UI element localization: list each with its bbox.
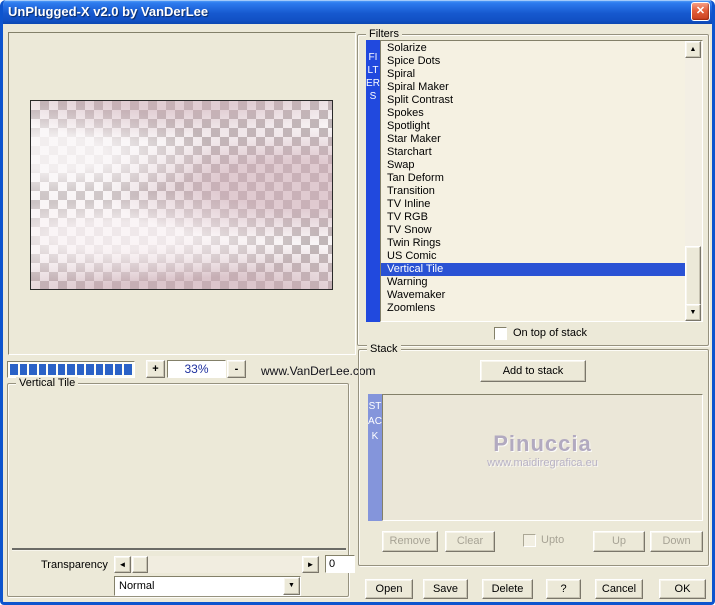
- list-item[interactable]: Swap: [381, 159, 685, 172]
- zoom-out-button[interactable]: -: [227, 360, 246, 378]
- blend-mode-dropdown[interactable]: Normal ▼: [114, 576, 301, 596]
- filters-scrollbar[interactable]: ▲ ▼: [685, 41, 702, 321]
- delete-button[interactable]: Delete: [482, 579, 533, 599]
- list-item[interactable]: Spiral: [381, 68, 685, 81]
- progress-segment: [67, 364, 75, 375]
- filter-settings-group-label: Vertical Tile: [16, 377, 79, 390]
- up-button[interactable]: Up: [593, 531, 645, 552]
- list-item[interactable]: Spice Dots: [381, 55, 685, 68]
- filters-vertical-banner: FILTERS: [366, 40, 380, 322]
- down-button[interactable]: Down: [650, 531, 703, 552]
- window-title: UnPlugged-X v2.0 by VanDerLee: [8, 4, 209, 19]
- progress-segment: [124, 364, 132, 375]
- progress-segment: [29, 364, 37, 375]
- list-item[interactable]: Vertical Tile: [381, 263, 685, 276]
- list-item[interactable]: Split Contrast: [381, 94, 685, 107]
- progress-segment: [38, 364, 47, 375]
- save-button[interactable]: Save: [423, 579, 468, 599]
- stack-group-label: Stack: [367, 343, 401, 356]
- progress-segment: [114, 364, 123, 375]
- watermark-url: www.maidiregrafica.eu: [487, 457, 598, 469]
- list-item[interactable]: Zoomlens: [381, 302, 685, 315]
- help-button[interactable]: ?: [546, 579, 581, 599]
- list-item[interactable]: Spiral Maker: [381, 81, 685, 94]
- progress-segment: [57, 364, 66, 375]
- watermark-title: Pinuccia: [493, 431, 592, 456]
- list-item[interactable]: Warning: [381, 276, 685, 289]
- filters-listbox: Solarize Spice Dots Spiral Spiral Maker Spli…: [380, 40, 703, 322]
- slider-right-arrow-icon[interactable]: ►: [302, 556, 319, 573]
- progress-segment: [10, 364, 18, 375]
- dialog-client-area: + 33% - www.VanDerLee.com Vertical Tile …: [3, 24, 712, 602]
- dropdown-arrow-icon[interactable]: ▼: [283, 577, 300, 595]
- open-button[interactable]: Open: [365, 579, 413, 599]
- list-item[interactable]: Star Maker: [381, 133, 685, 146]
- plugin-dialog: UnPlugged-X v2.0 by VanDerLee ✕ + 33% - …: [0, 0, 715, 605]
- progress-segment: [95, 364, 104, 375]
- on-top-of-stack-checkbox[interactable]: [494, 327, 507, 340]
- list-item[interactable]: TV RGB: [381, 211, 685, 224]
- progress-segment: [76, 364, 85, 375]
- list-item[interactable]: Spotlight: [381, 120, 685, 133]
- stack-vertical-banner: STACK: [368, 394, 382, 521]
- upto-checkbox[interactable]: [523, 534, 536, 547]
- list-item[interactable]: Solarize: [381, 42, 685, 55]
- zoom-in-button[interactable]: +: [146, 360, 165, 378]
- remove-button[interactable]: Remove: [382, 531, 438, 552]
- close-icon: ✕: [695, 5, 706, 17]
- scrollbar-thumb[interactable]: [685, 246, 701, 306]
- list-item[interactable]: US Comic: [381, 250, 685, 263]
- list-item[interactable]: Spokes: [381, 107, 685, 120]
- add-to-stack-button[interactable]: Add to stack: [480, 360, 586, 382]
- progress-segment: [86, 364, 94, 375]
- list-item[interactable]: TV Snow: [381, 224, 685, 237]
- scroll-down-arrow-icon[interactable]: ▼: [685, 304, 701, 321]
- list-item[interactable]: Twin Rings: [381, 237, 685, 250]
- transparency-label: Transparency: [41, 559, 108, 571]
- upto-label: Upto: [541, 534, 565, 546]
- progress-segment: [48, 364, 56, 375]
- scroll-up-arrow-icon[interactable]: ▲: [685, 41, 701, 58]
- clear-button[interactable]: Clear: [445, 531, 495, 552]
- transparency-slider[interactable]: ◄ ►: [114, 556, 319, 573]
- ok-button[interactable]: OK: [659, 579, 706, 599]
- title-bar[interactable]: UnPlugged-X v2.0 by VanDerLee ✕: [3, 0, 712, 24]
- list-item[interactable]: TV Inline: [381, 198, 685, 211]
- filters-list: Solarize Spice Dots Spiral Spiral Maker Spli…: [381, 41, 685, 321]
- list-item[interactable]: Wavemaker: [381, 289, 685, 302]
- close-button[interactable]: ✕: [691, 2, 710, 21]
- stack-list-area[interactable]: Pinuccia www.maidiregrafica.eu: [382, 394, 703, 521]
- on-top-of-stack-label: On top of stack: [513, 327, 587, 339]
- transparency-value-field[interactable]: 0: [325, 555, 355, 573]
- progress-bar: [7, 361, 135, 378]
- progress-segment: [19, 364, 28, 375]
- list-item[interactable]: Tan Deform: [381, 172, 685, 185]
- list-item[interactable]: Starchart: [381, 146, 685, 159]
- cancel-button[interactable]: Cancel: [595, 579, 643, 599]
- slider-left-arrow-icon[interactable]: ◄: [114, 556, 131, 573]
- slider-thumb[interactable]: [132, 556, 148, 573]
- preview-image[interactable]: [30, 100, 333, 290]
- blend-mode-value: Normal: [119, 580, 155, 592]
- settings-divider: [12, 548, 346, 550]
- progress-segment: [105, 364, 113, 375]
- zoom-level-value: 33%: [167, 360, 226, 378]
- list-item[interactable]: Transition: [381, 185, 685, 198]
- preview-panel: [8, 32, 356, 355]
